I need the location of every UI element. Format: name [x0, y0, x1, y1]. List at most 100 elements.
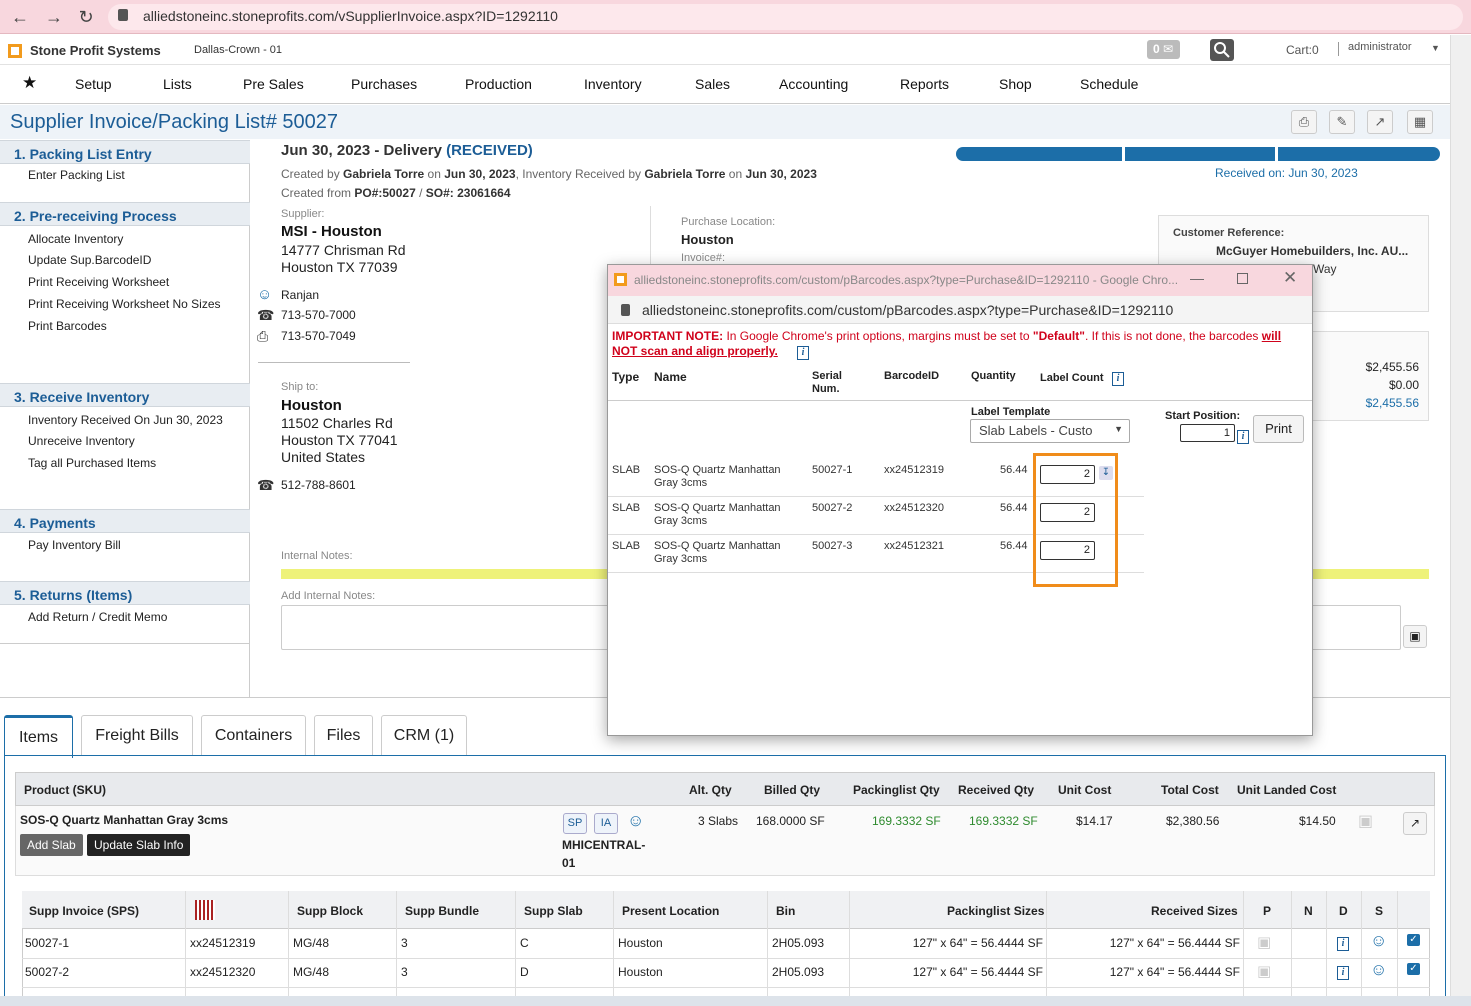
slab-bin: 2H05.093	[772, 965, 825, 979]
link-pay-inventory-bill[interactable]: Pay Inventory Bill	[28, 538, 121, 552]
share-icon[interactable]: ↗	[1367, 110, 1393, 134]
link-allocate-inventory[interactable]: Allocate Inventory	[28, 232, 123, 246]
barcode-print-popup: alliedstoneinc.stoneprofits.com/custom/p…	[607, 264, 1313, 736]
checkbox-checked-icon[interactable]: ✓	[1407, 934, 1420, 946]
info-icon[interactable]: i	[1337, 937, 1349, 951]
info-icon[interactable]: i	[1337, 966, 1349, 980]
user-icon[interactable]: ☺	[1370, 960, 1387, 980]
nav-purchases[interactable]: Purchases	[351, 76, 417, 92]
favorites-star-icon[interactable]: ★	[22, 73, 37, 93]
so-link[interactable]: SO#: 23061664	[426, 186, 511, 200]
add-slab-button[interactable]: Add Slab	[20, 834, 83, 856]
link-tag-purchased-items[interactable]: Tag all Purchased Items	[28, 456, 156, 470]
divider	[22, 958, 1430, 959]
maximize-icon[interactable]	[1237, 273, 1248, 284]
ia-button[interactable]: IA	[594, 813, 618, 834]
nav-schedule[interactable]: Schedule	[1080, 76, 1138, 92]
tab-items[interactable]: Items	[4, 715, 73, 758]
col-serial-line: Serial	[812, 370, 842, 382]
nav-lists[interactable]: Lists	[163, 76, 192, 92]
divider	[767, 891, 768, 1006]
user-menu[interactable]: administrator	[1348, 41, 1412, 53]
nav-sales[interactable]: Sales	[695, 76, 730, 92]
page-scrollbar[interactable]	[1450, 35, 1471, 1006]
close-icon[interactable]: ✕	[1283, 268, 1297, 288]
nav-accounting[interactable]: Accounting	[779, 76, 848, 92]
nav-shop[interactable]: Shop	[999, 76, 1032, 92]
reload-icon[interactable]: ↻	[74, 5, 98, 29]
start-position-input[interactable]: 1	[1180, 424, 1235, 442]
user-icon[interactable]: ☺	[1370, 931, 1387, 951]
search-icon[interactable]	[1210, 39, 1234, 61]
camera-icon[interactable]: ▣	[1257, 962, 1271, 980]
link-add-return[interactable]: Add Return / Credit Memo	[28, 610, 167, 624]
row-quantity: 56.44	[1000, 464, 1028, 476]
edit-pencil-icon[interactable]: ✎	[1329, 110, 1355, 134]
info-icon[interactable]: i	[1237, 430, 1249, 444]
divider	[515, 891, 516, 1006]
link-update-barcode[interactable]: Update Sup.BarcodeID	[28, 253, 151, 267]
user-icon[interactable]: ☺	[627, 811, 644, 831]
info-icon[interactable]: i	[1112, 372, 1124, 386]
update-slab-info-button[interactable]: Update Slab Info	[87, 834, 191, 856]
tab-freight-bills[interactable]: Freight Bills	[81, 715, 193, 755]
nav-setup[interactable]: Setup	[75, 76, 112, 92]
link-print-worksheet-no-sizes[interactable]: Print Receiving Worksheet No Sizes	[28, 297, 221, 311]
row-name-line: Gray 3cms	[654, 515, 708, 527]
cart-link[interactable]: Cart:0	[1286, 43, 1319, 57]
link-inventory-received[interactable]: Inventory Received On Jun 30, 2023	[28, 413, 223, 427]
sp-button[interactable]: SP	[563, 813, 587, 834]
row-name-line: SOS-Q Quartz Manhattan	[654, 464, 781, 476]
link-unreceive-inventory[interactable]: Unreceive Inventory	[28, 434, 135, 448]
purchase-location-label: Purchase Location:	[681, 216, 776, 228]
nav-reports[interactable]: Reports	[900, 76, 949, 92]
row-type: SLAB	[612, 540, 641, 552]
slab-slab: C	[520, 936, 529, 950]
po-link[interactable]: PO#:50027	[354, 186, 415, 200]
page-title-bar: Supplier Invoice/Packing List# 50027	[0, 105, 1450, 139]
mail-count: 0	[1153, 42, 1160, 56]
back-arrow-icon[interactable]: ←	[8, 5, 32, 29]
print-button[interactable]: Print	[1253, 415, 1304, 443]
link-enter-packing-list[interactable]: Enter Packing List	[28, 168, 125, 182]
col-billed-qty: Billed Qty	[764, 783, 821, 797]
progress-step-1	[956, 147, 1122, 161]
camera-icon[interactable]: ▣	[1257, 933, 1271, 951]
info-icon[interactable]: i	[797, 346, 809, 360]
note-label: IMPORTANT NOTE:	[612, 329, 724, 343]
print-icon[interactable]: ⎙	[1291, 110, 1317, 134]
minimize-icon[interactable]: —	[1190, 270, 1204, 286]
mail-icon[interactable]: 0 ✉	[1147, 40, 1180, 59]
tab-files[interactable]: Files	[314, 715, 373, 755]
nav-inventory[interactable]: Inventory	[584, 76, 642, 92]
link-print-receiving-worksheet[interactable]: Print Receiving Worksheet	[28, 275, 169, 289]
label-template-select[interactable]: Slab Labels - Custo ▼	[970, 419, 1130, 443]
tab-containers[interactable]: Containers	[201, 715, 306, 755]
slab-invoice[interactable]: 50027-2	[25, 965, 69, 979]
camera-icon[interactable]: ▣	[1358, 811, 1373, 831]
nav-pre-sales[interactable]: Pre Sales	[243, 76, 304, 92]
delivery-date: Jun 30, 2023 - Delivery	[281, 142, 442, 159]
supplier-name[interactable]: MSI - Houston	[281, 223, 382, 240]
slab-invoice[interactable]: 50027-1	[25, 936, 69, 950]
location-selector[interactable]: Dallas-Crown - 01	[194, 44, 282, 56]
col-present-location: Present Location	[622, 904, 720, 918]
share-icon[interactable]: ↗	[1403, 812, 1427, 835]
slab-block: MG/48	[293, 936, 330, 950]
product-name[interactable]: SOS-Q Quartz Manhattan Gray 3cms	[20, 813, 228, 827]
nav-production[interactable]: Production	[465, 76, 532, 92]
link-print-barcodes[interactable]: Print Barcodes	[28, 319, 107, 333]
chart-icon[interactable]: ▦	[1407, 110, 1433, 134]
divider	[1338, 42, 1339, 56]
note-text: In Google Chrome's print options, margin…	[723, 329, 1033, 343]
slab-location: Houston	[618, 936, 663, 950]
checkbox-checked-icon[interactable]: ✓	[1407, 963, 1420, 975]
tab-crm[interactable]: CRM (1)	[381, 715, 467, 755]
chevron-down-icon[interactable]: ▼	[1431, 43, 1440, 53]
taskbar-strip	[0, 996, 1471, 1006]
popup-titlebar: alliedstoneinc.stoneprofits.com/custom/p…	[608, 265, 1312, 296]
customer-name[interactable]: McGuyer Homebuilders, Inc. AU...	[1216, 244, 1408, 258]
save-icon[interactable]: ▣	[1403, 625, 1427, 648]
forward-arrow-icon[interactable]: →	[42, 5, 66, 29]
invoice-label: Invoice#:	[681, 252, 726, 264]
